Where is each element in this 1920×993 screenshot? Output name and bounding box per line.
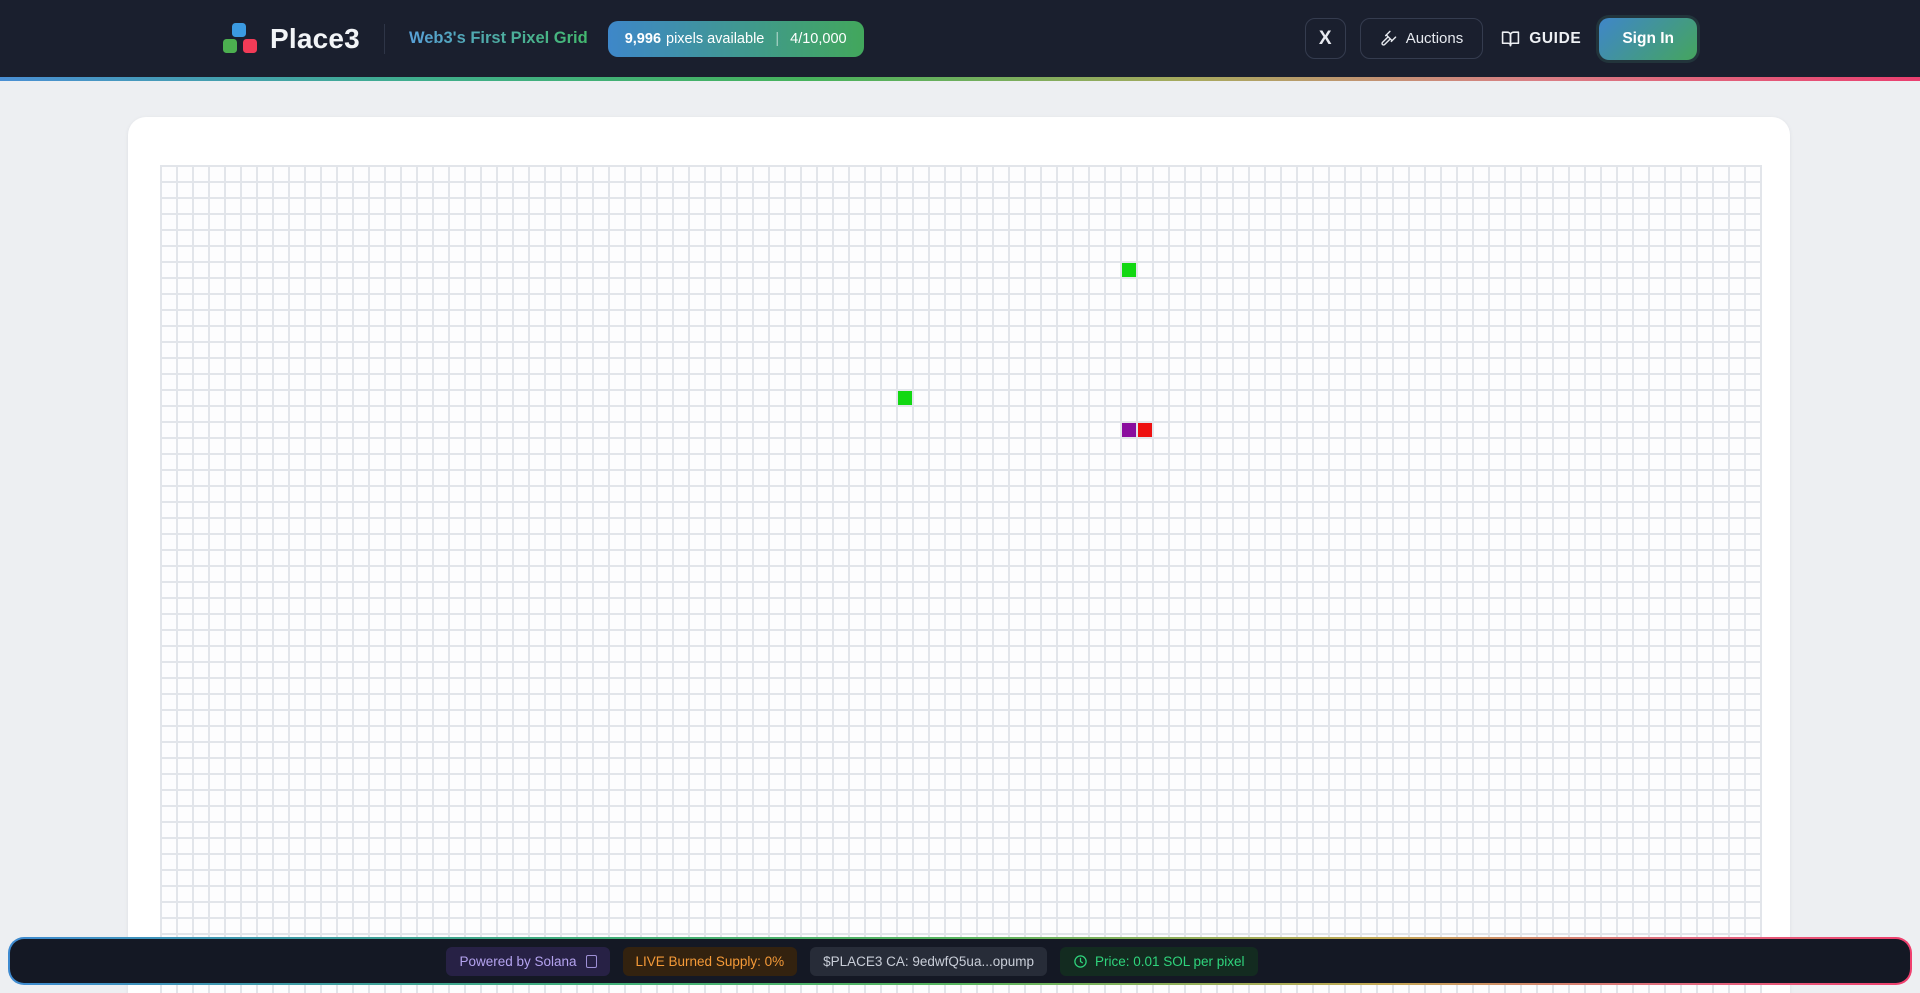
contract-address-label: $PLACE3 CA: 9edwfQ5ua...opump	[823, 953, 1034, 969]
guide-label: GUIDE	[1529, 29, 1582, 47]
gavel-icon	[1381, 30, 1396, 46]
place3-logo[interactable]: Place3	[223, 23, 360, 55]
sign-in-button[interactable]: Sign In	[1599, 17, 1697, 60]
pixel-grid[interactable]	[160, 165, 1762, 993]
grid-pixel[interactable]	[1138, 423, 1152, 437]
price-label: Price: 0.01 SOL per pixel	[1094, 953, 1245, 969]
logo-square-green	[223, 39, 237, 53]
solana-label: Powered by Solana	[459, 953, 577, 969]
available-count: 9,996	[624, 30, 662, 47]
grid-pixel[interactable]	[1122, 423, 1136, 437]
auctions-button[interactable]: Auctions	[1359, 18, 1484, 59]
main-content	[0, 81, 1920, 993]
burned-supply-label: LIVE Burned Supply: 0%	[635, 953, 785, 969]
guide-link[interactable]: GUIDE	[1497, 29, 1585, 48]
logo-square-blue	[232, 23, 246, 37]
site-tagline: Web3's First Pixel Grid	[408, 29, 588, 47]
top-navbar: Place3 Web3's First Pixel Grid 9,996 pix…	[0, 0, 1920, 77]
pixels-available-badge: 9,996 pixels available | 4/10,000	[607, 20, 864, 57]
auctions-label: Auctions	[1405, 30, 1464, 47]
pixel-board-card	[128, 117, 1790, 993]
available-label: pixels available	[666, 30, 765, 47]
nav-divider	[383, 23, 385, 54]
logo-square-pink	[243, 39, 257, 53]
clock-icon	[1074, 954, 1087, 968]
price-badge: Price: 0.01 SOL per pixel	[1059, 946, 1258, 976]
burned-supply-badge: LIVE Burned Supply: 0%	[622, 946, 798, 976]
missing-glyph-box-icon	[585, 954, 597, 968]
x-icon: X	[1318, 27, 1332, 49]
book-icon	[1502, 31, 1520, 47]
sold-ratio: 4/10,000	[790, 30, 847, 47]
contract-address-badge[interactable]: $PLACE3 CA: 9edwfQ5ua...opump	[810, 946, 1047, 976]
footer-status-bar: Powered by Solana LIVE Burned Supply: 0%…	[8, 937, 1912, 985]
grid-pixel[interactable]	[1122, 263, 1136, 277]
powered-by-solana-badge: Powered by Solana	[446, 946, 610, 976]
badge-separator: |	[775, 30, 780, 47]
grid-pixel[interactable]	[898, 391, 912, 405]
place3-logo-icon	[223, 23, 258, 54]
brand-name: Place3	[270, 22, 360, 54]
x-twitter-button[interactable]: X	[1304, 18, 1346, 59]
